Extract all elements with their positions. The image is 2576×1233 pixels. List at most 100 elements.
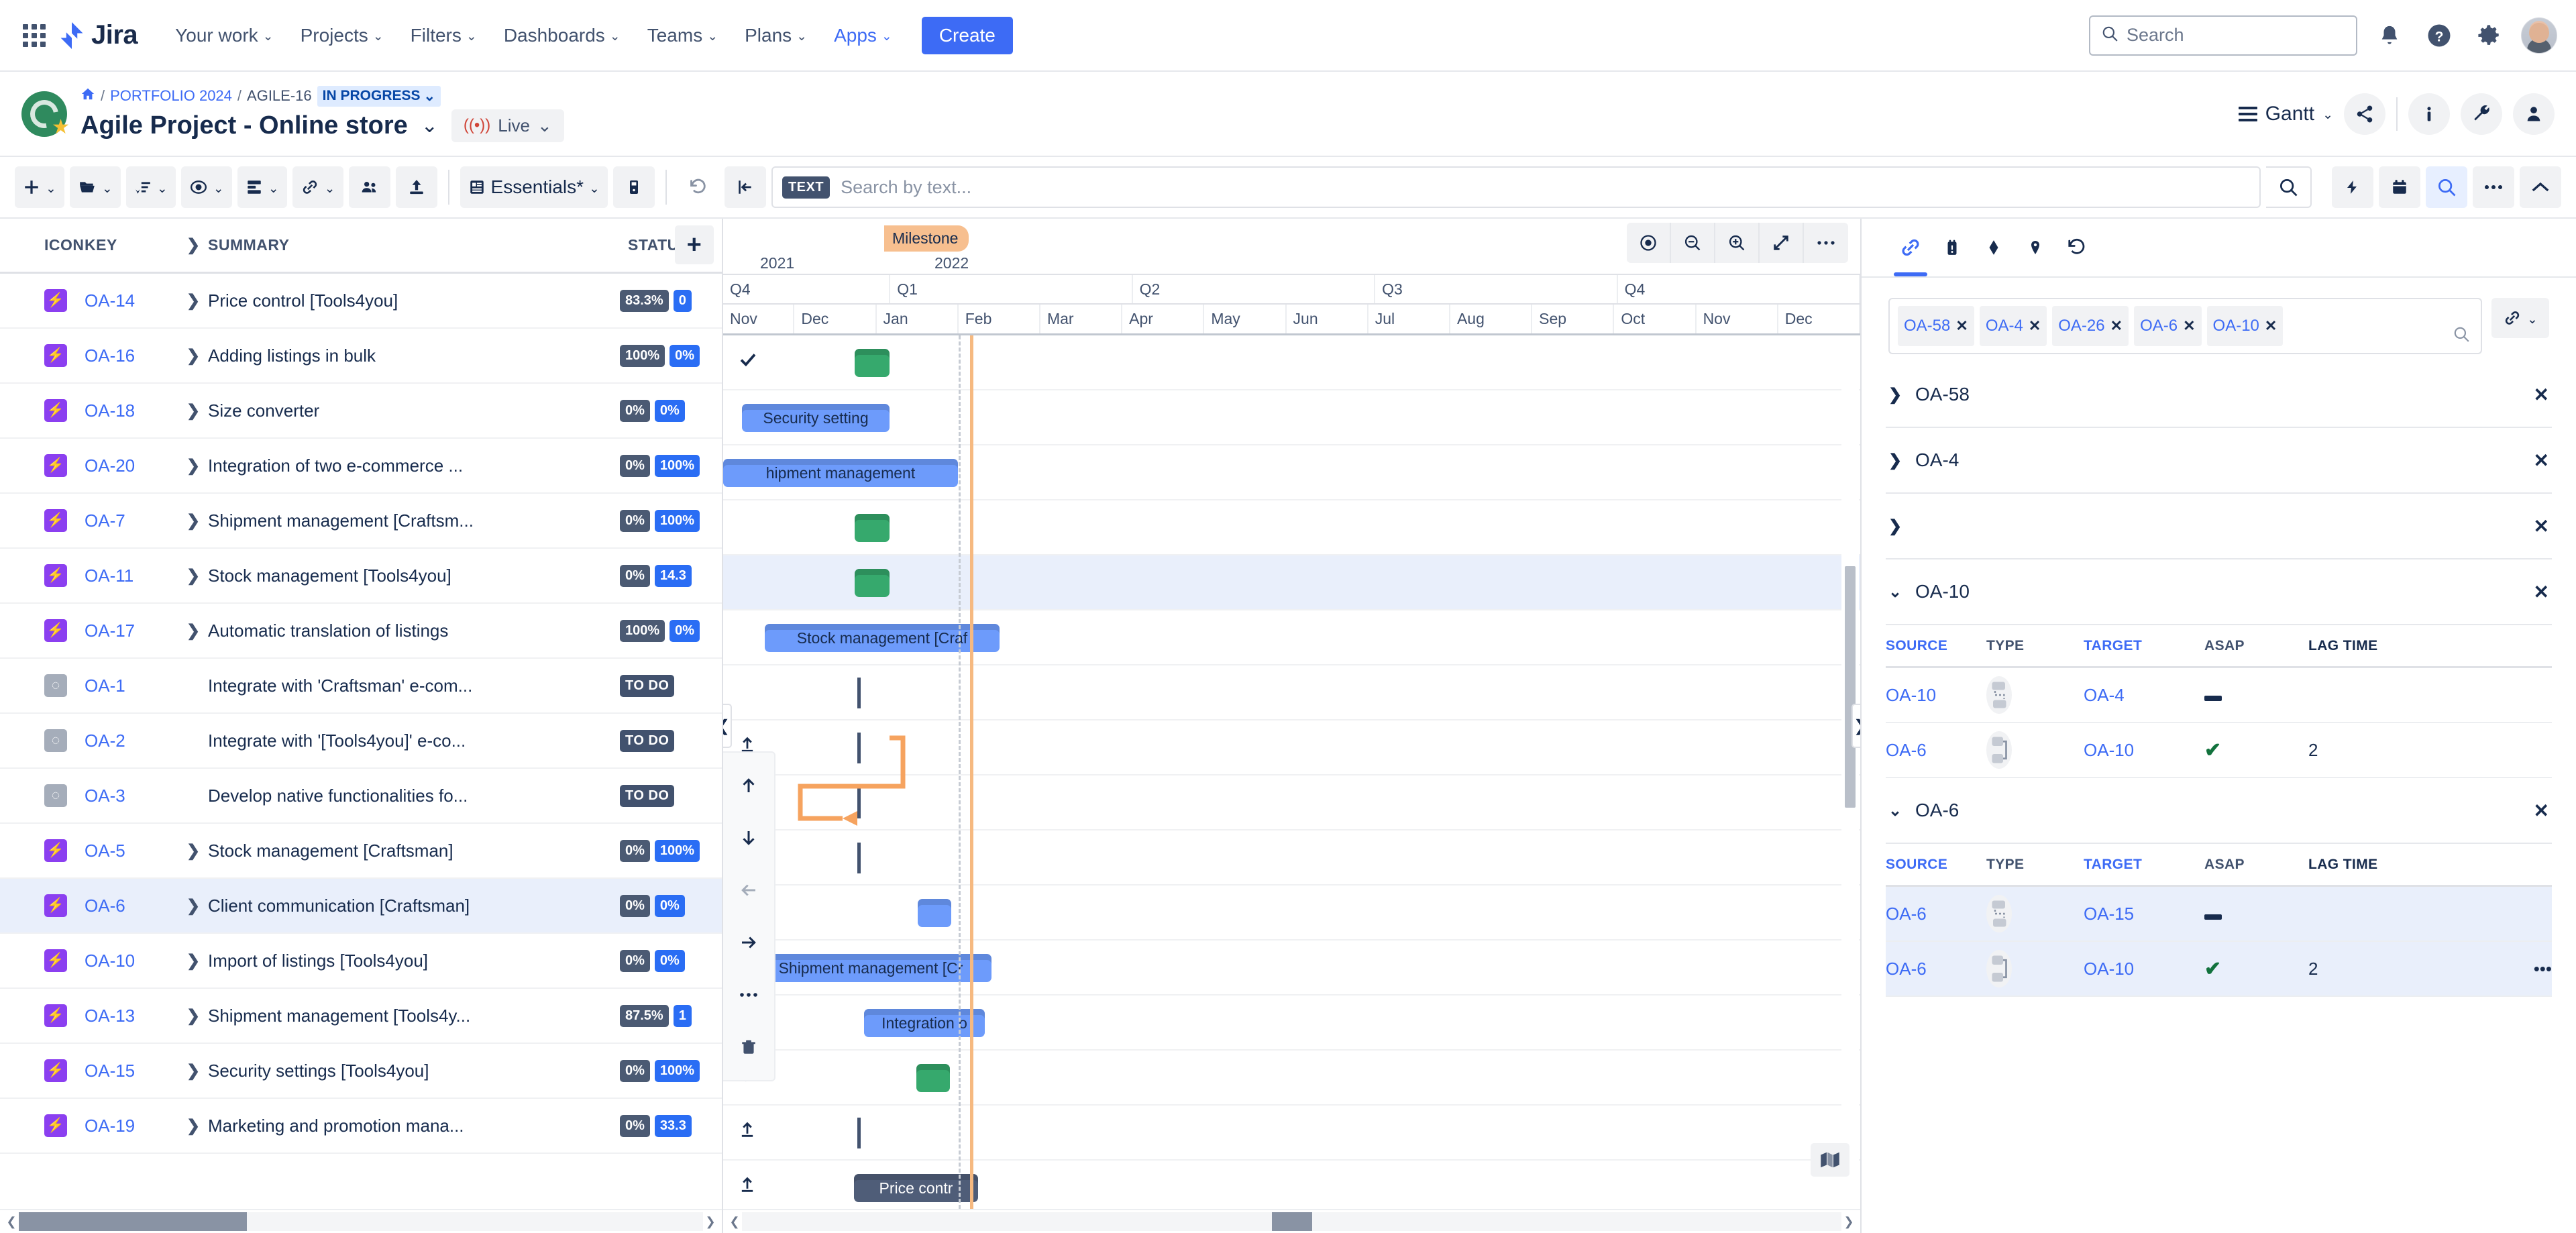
gantt-row[interactable]: Price contr [723, 1161, 1860, 1209]
chevron-right-icon[interactable]: ❯ [186, 951, 200, 971]
gantt-milestone-pin[interactable] [857, 788, 861, 818]
table-row[interactable]: ⚡ OA-17 ❯ Automatic translation of listi… [0, 604, 722, 659]
add-button[interactable]: ⌄ [15, 166, 64, 208]
gantt-bar[interactable]: Shipment management [Cr [750, 954, 991, 982]
chevron-right-icon[interactable]: ❯ [186, 235, 200, 255]
table-row[interactable]: ⚡ OA-11 ❯ Stock management [Tools4you] 0… [0, 549, 722, 604]
table-row[interactable]: ⚡ OA-5 ❯ Stock management [Craftsman] 0%… [0, 824, 722, 879]
issue-tag-input[interactable]: OA-58 ✕ OA-4 ✕ OA-26 ✕ OA-6 ✕ OA-10 ✕ [1888, 298, 2482, 354]
issue-key-link[interactable]: OA-15 [85, 1061, 186, 1081]
bar-more-icon[interactable] [723, 969, 774, 1021]
gantt-row[interactable] [723, 665, 1860, 720]
table-row[interactable]: ◌ OA-2 Integrate with '[Tools4you]' e-co… [0, 714, 722, 769]
table-row[interactable]: ⚡ OA-20 ❯ Integration of two e-commerce … [0, 439, 722, 494]
scroll-track[interactable] [19, 1212, 703, 1231]
table-row[interactable]: ⚡ OA-6 ❯ Client communication [Craftsman… [0, 879, 722, 934]
tab-history[interactable] [2056, 219, 2098, 276]
issue-key-link[interactable]: OA-16 [85, 345, 186, 366]
gantt-milestone-pin[interactable] [857, 733, 861, 763]
move-up-icon[interactable] [723, 759, 774, 812]
gantt-bar[interactable]: hipment management [723, 459, 958, 487]
chevron-right-icon[interactable]: ❯ [186, 346, 200, 366]
gantt-row[interactable] [723, 886, 1860, 941]
nav-plans[interactable]: Plans ⌄ [734, 18, 818, 53]
scroll-right-icon[interactable]: ❯ [1841, 1215, 1856, 1229]
dependency-row[interactable]: OA-6 OA-10 ✔ 2 ••• [1886, 942, 2552, 997]
chevron-right-icon[interactable]: ❯ [186, 1006, 200, 1026]
gantt-bar[interactable]: Integration o [864, 1009, 985, 1037]
save-button[interactable] [612, 166, 655, 208]
issue-key-link[interactable]: OA-18 [85, 400, 186, 421]
live-toggle[interactable]: ((•)) Live ⌄ [451, 109, 564, 142]
nav-dashboards[interactable]: Dashboards ⌄ [493, 18, 631, 53]
row-more-icon[interactable]: ••• [2512, 959, 2552, 979]
close-icon[interactable]: ✕ [2265, 317, 2277, 335]
chevron-right-icon[interactable]: ❯ [186, 841, 200, 861]
gantt-vertical-scrollbar[interactable] [1841, 338, 1859, 1206]
view-switcher[interactable]: Gantt ⌄ [2238, 103, 2333, 125]
table-row[interactable]: ⚡ OA-15 ❯ Security settings [Tools4you] … [0, 1044, 722, 1099]
gantt-bar[interactable] [855, 349, 890, 377]
chevron-right-icon[interactable]: ❯ [186, 291, 200, 311]
collapse-left-button[interactable] [724, 166, 766, 208]
dependency-group-header[interactable]: ❯ ✕ [1862, 494, 2576, 558]
scroll-thumb[interactable] [1845, 566, 1856, 808]
favorite-star-icon[interactable]: ★ [52, 115, 70, 139]
collapse-panel-button[interactable] [2520, 166, 2561, 208]
gantt-horizontal-scrollbar[interactable]: ❮ ❯ [723, 1209, 1860, 1233]
move-left-icon[interactable] [723, 864, 774, 916]
issue-key-link[interactable]: OA-1 [85, 676, 186, 696]
find-button[interactable] [2426, 166, 2467, 208]
gantt-row[interactable] [723, 720, 1860, 775]
table-row[interactable]: ⚡ OA-19 ❯ Marketing and promotion mana..… [0, 1099, 722, 1154]
scroll-left-icon[interactable]: ❮ [727, 1215, 742, 1229]
gantt-row[interactable] [723, 335, 1860, 390]
info-button[interactable] [2408, 93, 2450, 135]
settings-icon[interactable] [2471, 18, 2506, 53]
scroll-thumb[interactable] [1272, 1212, 1312, 1231]
gantt-row[interactable] [723, 500, 1860, 555]
chevron-right-icon[interactable]: ❯ [186, 401, 200, 421]
gantt-row[interactable]: hipment management [723, 445, 1860, 500]
jira-home-link[interactable]: Jira [59, 20, 138, 50]
gantt-bar[interactable] [918, 899, 951, 927]
status-badge[interactable]: IN PROGRESS ⌄ [317, 85, 441, 107]
minimap-button[interactable] [1811, 1143, 1849, 1177]
notifications-icon[interactable] [2372, 18, 2407, 53]
issue-key-link[interactable]: OA-14 [85, 290, 186, 311]
remove-group-icon[interactable]: ✕ [2534, 581, 2549, 603]
column-header-icon[interactable]: ICON [0, 236, 85, 254]
issue-tag[interactable]: OA-26 ✕ [2052, 306, 2129, 346]
dependency-target-link[interactable]: OA-10 [2084, 959, 2204, 979]
table-horizontal-scrollbar[interactable]: ❮ ❯ [0, 1209, 722, 1233]
gantt-milestone-pin[interactable] [857, 843, 861, 873]
scroll-thumb[interactable] [19, 1212, 247, 1231]
automation-button[interactable] [2332, 166, 2373, 208]
issue-key-link[interactable]: OA-17 [85, 621, 186, 641]
gantt-bar[interactable] [916, 1064, 950, 1092]
scroll-track[interactable] [742, 1212, 1841, 1231]
gantt-bar[interactable]: Stock management [Craf [765, 624, 1000, 652]
upload-icon[interactable] [738, 1175, 757, 1200]
dependency-target-link[interactable]: OA-10 [2084, 740, 2204, 761]
chevron-right-icon[interactable]: ❯ [1888, 451, 1902, 470]
gantt-milestone-pin[interactable] [857, 1118, 861, 1148]
gantt-bar[interactable]: Security setting [742, 404, 890, 432]
issue-key-link[interactable]: OA-3 [85, 786, 186, 806]
remove-group-icon[interactable]: ✕ [2534, 800, 2549, 822]
page-title[interactable]: Agile Project - Online store [80, 111, 408, 140]
table-row[interactable]: ◌ OA-3 Develop native functionalities fo… [0, 769, 722, 824]
issue-key-link[interactable]: OA-6 [85, 896, 186, 916]
export-button[interactable] [395, 166, 437, 208]
dependency-target-link[interactable]: OA-4 [2084, 685, 2204, 706]
person-button[interactable] [2513, 93, 2555, 135]
remove-group-icon[interactable]: ✕ [2534, 449, 2549, 472]
chevron-down-icon[interactable]: ⌄ [421, 114, 438, 138]
close-icon[interactable]: ✕ [2110, 317, 2123, 335]
tab-markers[interactable] [2015, 219, 2056, 276]
issue-key-link[interactable]: OA-20 [85, 455, 186, 476]
tab-calendar[interactable] [1931, 219, 1973, 276]
add-dependency-button[interactable]: ⌄ [2491, 298, 2549, 338]
preset-selector[interactable]: Essentials* ⌄ [460, 166, 608, 208]
add-column-button[interactable]: + [675, 225, 714, 264]
